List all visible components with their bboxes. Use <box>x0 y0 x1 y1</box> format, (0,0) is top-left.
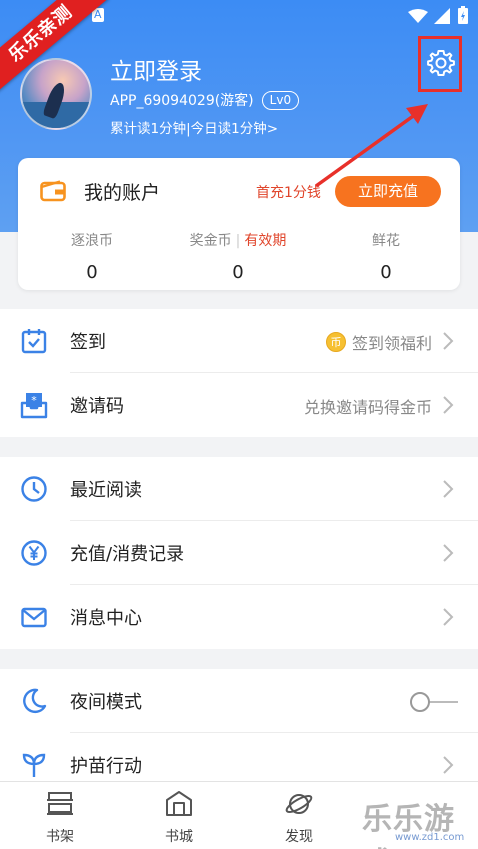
menu-item-recharge-records[interactable]: 充值/消费记录 <box>0 521 478 585</box>
chevron-right-icon <box>443 756 454 774</box>
stat-flowers[interactable]: 鲜花 0 <box>316 230 456 283</box>
stat-bonus-coin[interactable]: 奖金币 | 有效期 0 <box>168 230 308 283</box>
wallet-icon <box>40 180 66 202</box>
tab-discover[interactable]: 发现 <box>259 790 339 846</box>
gear-icon <box>427 50 455 76</box>
clock-icon <box>21 476 47 502</box>
level-badge: Lv0 <box>261 90 300 110</box>
chevron-right-icon <box>443 332 454 350</box>
bookstore-icon <box>166 791 192 816</box>
chevron-right-icon <box>443 608 454 626</box>
login-title[interactable]: 立即登录 <box>110 52 202 86</box>
chevron-right-icon <box>443 544 454 562</box>
tab-label: 书城 <box>165 829 193 845</box>
moon-icon <box>23 688 47 713</box>
stat-value: 0 <box>232 262 244 283</box>
stat-value: 0 <box>380 262 392 283</box>
mail-icon <box>21 607 47 628</box>
chevron-right-icon <box>443 480 454 498</box>
stat-label: 奖金币 <box>189 233 232 249</box>
battery-icon <box>458 6 468 24</box>
tab-bookshelf[interactable]: 书架 <box>20 790 100 846</box>
calendar-check-icon <box>21 329 47 354</box>
stat-label-row: 奖金币 | 有效期 <box>168 230 308 250</box>
site-watermark-url: www.zd1.com <box>395 832 465 843</box>
tab-bookstore[interactable]: 书城 <box>139 790 219 846</box>
username-line: APP_69094029(游客) Lv0 <box>110 90 300 110</box>
planet-icon <box>285 794 313 814</box>
account-card: 我的账户 首充1分钱 立即充值 逐浪币 0 奖金币 | 有效期 0 鲜花 0 <box>18 158 460 290</box>
menu-label: 消息中心 <box>70 608 142 629</box>
chevron-right-icon <box>443 396 454 414</box>
menu-label: 充值/消费记录 <box>70 544 185 565</box>
right-text: 兑换邀请码得金币 <box>303 398 432 417</box>
tab-label: 发现 <box>285 829 313 845</box>
menu-label: 签到 <box>70 332 106 353</box>
right-text: 签到领福利 <box>351 334 432 353</box>
stat-zhulang-coin[interactable]: 逐浪币 0 <box>22 230 162 283</box>
username: APP_69094029(游客) <box>110 93 254 109</box>
menu-item-recent-reading[interactable]: 最近阅读 <box>0 457 478 521</box>
svg-text:*: * <box>31 394 37 407</box>
yen-circle-icon <box>21 540 47 566</box>
menu-label: 邀请码 <box>70 396 124 417</box>
checkin-reward-hint: 币 签到领福利 <box>325 330 432 354</box>
signal-icon <box>434 8 450 24</box>
menu-item-message-center[interactable]: 消息中心 <box>0 585 478 649</box>
sprout-icon <box>22 753 46 777</box>
stat-value: 0 <box>86 262 98 283</box>
reading-stats-link[interactable]: 累计读1分钟|今日读1分钟> <box>110 117 278 137</box>
coin-icon: 币 <box>325 332 346 352</box>
menu-section-rewards: 签到 币 签到领福利 * 邀请码 兑换邀请码得金币 <box>0 309 478 437</box>
toggle-knob <box>410 692 430 712</box>
menu-item-protect-seedlings[interactable]: 护苗行动 <box>0 733 478 781</box>
menu-item-night-mode: 夜间模式 <box>0 669 478 733</box>
menu-item-invite-code[interactable]: * 邀请码 兑换邀请码得金币 <box>0 373 478 437</box>
settings-button[interactable] <box>418 36 462 92</box>
first-charge-promo: 首充1分钱 <box>256 185 321 201</box>
menu-section-settings: 夜间模式 护苗行动 <box>0 669 478 781</box>
night-mode-toggle[interactable] <box>410 692 458 712</box>
account-title: 我的账户 <box>84 182 161 204</box>
menu-section-records: 最近阅读 充值/消费记录 消息中心 <box>0 457 478 649</box>
menu-label: 护苗行动 <box>70 756 142 777</box>
menu-label: 最近阅读 <box>70 480 142 501</box>
invite-inbox-icon: * <box>20 393 48 419</box>
wifi-icon <box>408 9 428 23</box>
menu-label: 夜间模式 <box>70 692 142 713</box>
tab-label: 书架 <box>46 829 74 845</box>
stat-label: 逐浪币 <box>71 233 113 249</box>
bookshelf-icon <box>47 792 73 815</box>
avatar[interactable] <box>20 58 92 130</box>
stat-label: 鲜花 <box>372 233 400 249</box>
stat-separator: | <box>235 233 241 249</box>
menu-item-checkin[interactable]: 签到 币 签到领福利 <box>0 309 478 373</box>
recharge-button[interactable]: 立即充值 <box>335 176 441 207</box>
validity-link[interactable]: 有效期 <box>244 233 286 249</box>
